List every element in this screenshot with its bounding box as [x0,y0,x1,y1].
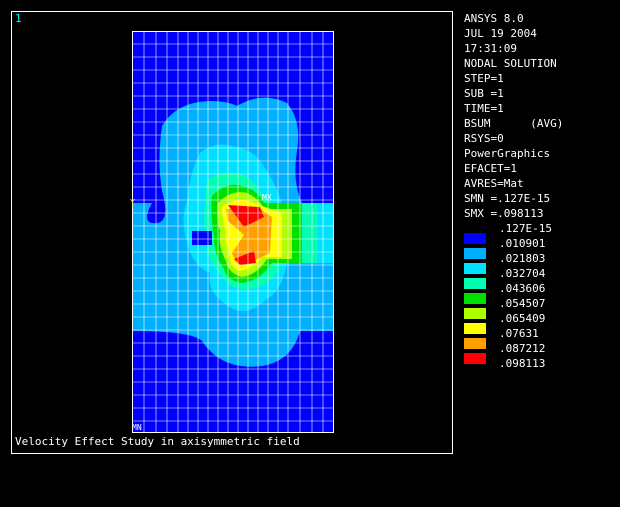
legend-row: .010901 [464,236,614,259]
legend-row: .098113 [464,356,614,371]
plot-caption: Velocity Effect Study in axisymmetric fi… [15,435,300,448]
legend-value: .054507 [499,297,546,310]
legend-value: .010901 [499,237,546,250]
info-line: TIME=1 [464,102,504,115]
legend-value: .127E-15 [499,222,552,235]
legend-row: .087212 [464,341,614,364]
max-marker: MX [262,193,272,202]
legend-value: .07631 [499,327,539,340]
info-line: EFACET=1 [464,162,517,175]
contour-plot-svg [132,31,334,433]
legend-row: .021803 [464,251,614,274]
legend-value: .065409 [499,312,546,325]
legend-row: .065409 [464,311,614,334]
result-info-panel: ANSYS 8.0 JUL 19 2004 17:31:09 NODAL SOLUTI… [464,11,614,221]
window-number: 1 [15,12,22,25]
legend-value: .032704 [499,267,546,280]
info-line: PowerGraphics [464,147,551,160]
legend-row: .127E-15 [464,221,614,244]
legend-value: .043606 [499,282,546,295]
info-line: SUB =1 [464,87,504,100]
legend-value: .021803 [499,252,546,265]
info-line: NODAL SOLUTION [464,57,557,70]
min-marker: MN [132,423,142,432]
contour-legend: .127E-15 .010901 .021803 .032704 .043606 .054… [464,221,614,371]
legend-row: .07631 [464,326,614,349]
info-line: SMX =.098113 [464,207,544,220]
info-line: JUL 19 2004 [464,27,537,40]
graphics-viewport[interactable]: 1 Y MX MN Velocity Effect Study in axisy… [11,11,453,454]
blue-hole [192,231,212,245]
info-line: BSUM (AVG) [464,117,564,130]
info-line: RSYS=0 [464,132,504,145]
legend-row: .054507 [464,296,614,319]
y-axis-label: Y [130,198,135,207]
info-line: 17:31:09 [464,42,517,55]
info-line: SMN =.127E-15 [464,192,551,205]
info-line: ANSYS 8.0 [464,12,524,25]
info-line: AVRES=Mat [464,177,524,190]
legend-row: .032704 [464,266,614,289]
legend-row: .043606 [464,281,614,304]
legend-value: .098113 [499,357,546,370]
contour-plot[interactable] [132,31,334,433]
info-line: STEP=1 [464,72,504,85]
legend-value: .087212 [499,342,546,355]
